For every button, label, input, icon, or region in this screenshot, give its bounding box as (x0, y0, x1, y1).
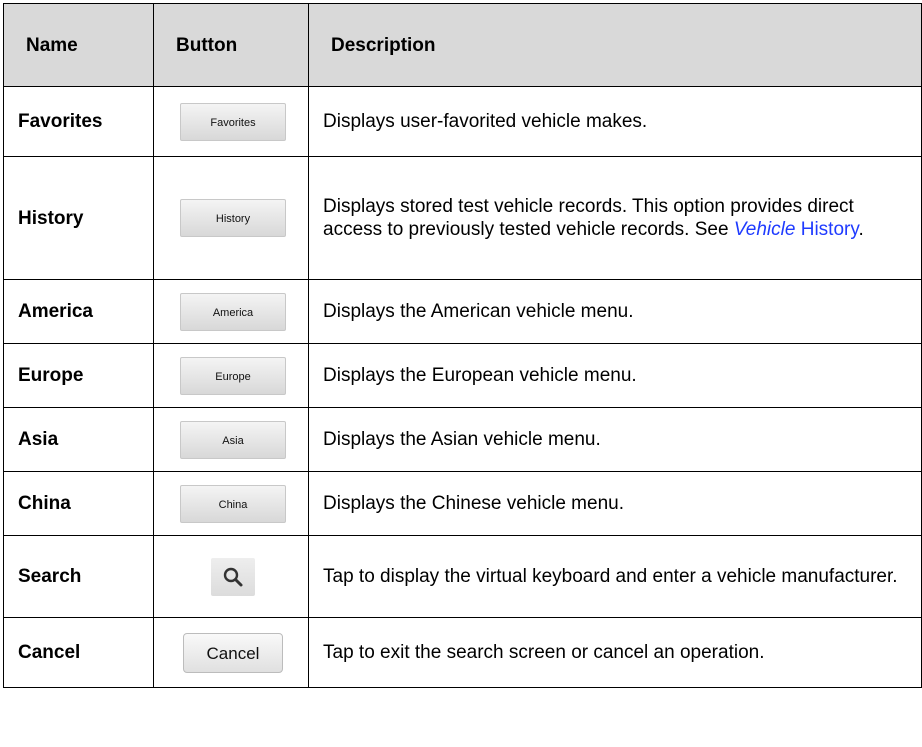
asia-button[interactable]: Asia (180, 420, 286, 459)
row-name: China (3, 471, 154, 536)
row-description: Displays stored test vehicle records. Th… (308, 156, 922, 280)
china-button[interactable]: China (180, 484, 286, 523)
table-row: Cancel Cancel Tap to exit the search scr… (3, 617, 922, 688)
header-name: Name (3, 3, 154, 87)
link-word-vehicle: Vehicle (733, 219, 796, 240)
search-icon (223, 567, 243, 586)
cancel-button[interactable]: Cancel (183, 632, 283, 673)
table-row: Asia Asia Displays the Asian vehicle men… (3, 407, 922, 472)
button-cell: Europe (153, 343, 309, 408)
table-row: History History Displays stored test veh… (3, 156, 922, 280)
europe-button[interactable]: Europe (180, 356, 286, 395)
table-row: America America Displays the American ve… (3, 279, 922, 344)
table-header-row: Name Button Description (3, 3, 922, 87)
button-cell: America (153, 279, 309, 344)
row-description: Tap to display the virtual keyboard and … (308, 535, 922, 618)
favorites-button[interactable]: Favorites (180, 102, 286, 141)
america-button[interactable]: America (180, 292, 286, 331)
vehicle-history-link[interactable]: Vehicle History (734, 219, 859, 240)
table-row: Favorites Favorites Displays user-favori… (3, 86, 922, 157)
header-description: Description (308, 3, 922, 87)
row-name: Asia (3, 407, 154, 472)
description-period: . (858, 219, 864, 240)
row-description: Displays the Chinese vehicle menu. (308, 471, 922, 536)
row-description: Displays user-favorited vehicle makes. (308, 86, 922, 157)
row-name: Europe (3, 343, 154, 408)
row-description: Displays the American vehicle menu. (308, 279, 922, 344)
table-row: Search Tap to display the virtual keyboa… (3, 535, 922, 618)
row-name: Cancel (3, 617, 154, 688)
row-description: Tap to exit the search screen or cancel … (308, 617, 922, 688)
button-reference-table: Name Button Description Favorites Favori… (3, 3, 922, 688)
row-name: History (3, 156, 154, 280)
button-cell (153, 535, 309, 618)
history-button[interactable]: History (180, 199, 286, 237)
row-description: Displays the Asian vehicle menu. (308, 407, 922, 472)
row-name: America (3, 279, 154, 344)
table-row: China China Displays the Chinese vehicle… (3, 471, 922, 536)
table-row: Europe Europe Displays the European vehi… (3, 343, 922, 408)
row-name: Favorites (3, 86, 154, 157)
button-cell: Asia (153, 407, 309, 472)
button-cell: Favorites (153, 86, 309, 157)
header-button: Button (153, 3, 309, 87)
row-name: Search (3, 535, 154, 618)
search-button[interactable] (211, 557, 255, 596)
button-cell: Cancel (153, 617, 309, 688)
button-cell: History (153, 156, 309, 280)
row-description: Displays the European vehicle menu. (308, 343, 922, 408)
button-cell: China (153, 471, 309, 536)
link-word-history: History (800, 219, 859, 240)
